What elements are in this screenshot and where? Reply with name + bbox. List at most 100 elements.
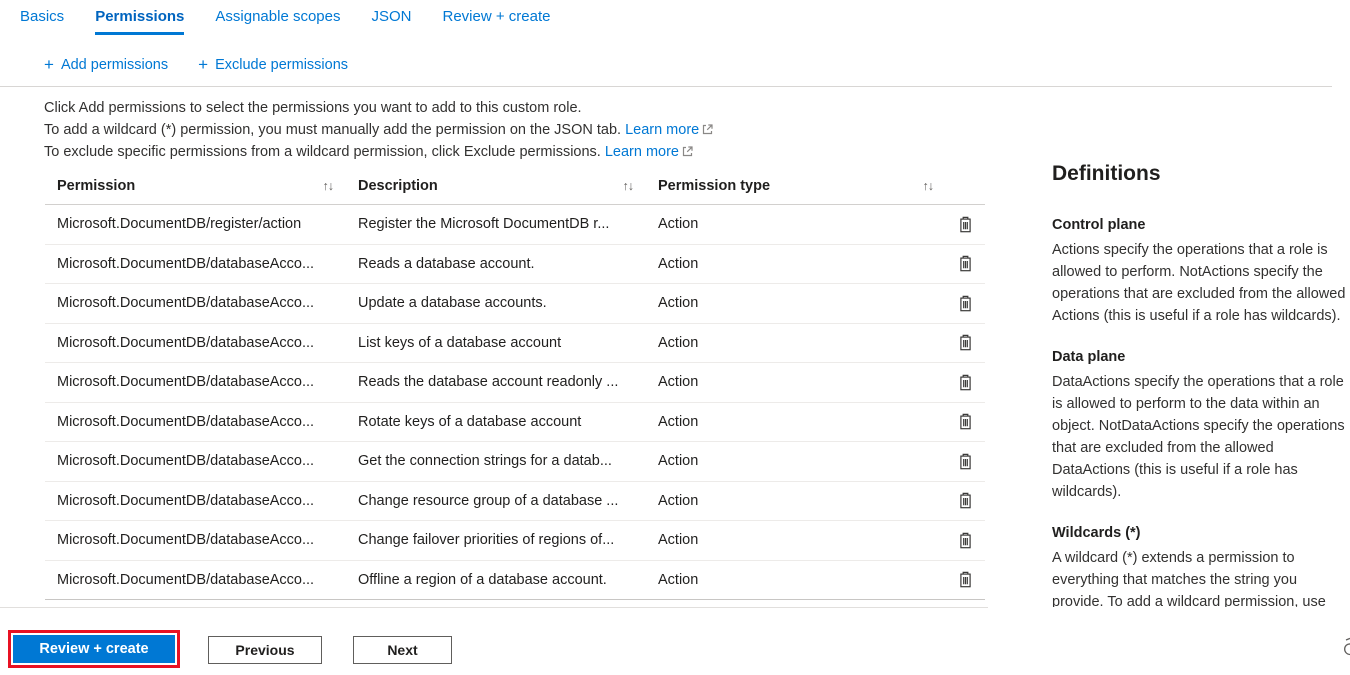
- data-plane-heading: Data plane: [1052, 348, 1350, 367]
- table-row: Microsoft.DocumentDB/databaseAcco... Lis…: [45, 324, 985, 364]
- clipped-corner-icon[interactable]: [1338, 635, 1350, 661]
- table-row: Microsoft.DocumentDB/databaseAcco... Rea…: [45, 245, 985, 285]
- permissions-table: Permission ↑↓ Description ↑↓ Permission …: [45, 167, 985, 600]
- control-plane-heading: Control plane: [1052, 216, 1350, 235]
- delete-permission-button[interactable]: [956, 530, 975, 551]
- definition-text-line: allowed to perform. NotActions specify t…: [1052, 261, 1350, 283]
- add-permissions-label: Add permissions: [61, 57, 168, 73]
- external-link-icon: [682, 146, 693, 157]
- table-row: Microsoft.DocumentDB/databaseAcco... Get…: [45, 442, 985, 482]
- permission-type-cell: Action: [646, 216, 946, 232]
- definition-section-data-plane: Data plane DataActions specify the opera…: [1052, 348, 1350, 503]
- tab-basics[interactable]: Basics: [20, 8, 64, 35]
- info-line-1: Click Add permissions to select the perm…: [44, 97, 713, 119]
- permission-cell: Microsoft.DocumentDB/databaseAcco...: [45, 532, 346, 548]
- table-header-row: Permission ↑↓ Description ↑↓ Permission …: [45, 167, 985, 205]
- next-button[interactable]: Next: [353, 636, 452, 664]
- trash-icon: [958, 492, 973, 509]
- definition-text-line: object. NotDataActions specify the opera…: [1052, 415, 1350, 437]
- learn-more-link-exclude[interactable]: Learn more: [605, 144, 679, 160]
- permission-type-cell: Action: [646, 295, 946, 311]
- description-cell: Change failover priorities of regions of…: [346, 532, 646, 548]
- review-create-button[interactable]: Review + create: [13, 635, 175, 663]
- description-cell: Reads the database account readonly ...: [346, 374, 646, 390]
- description-cell: Offline a region of a database account.: [346, 572, 646, 588]
- trash-icon: [958, 334, 973, 351]
- sort-icon: ↑↓: [323, 179, 334, 193]
- permission-type-cell: Action: [646, 453, 946, 469]
- column-header-description[interactable]: Description ↑↓: [346, 178, 646, 194]
- actions-cell: [946, 214, 985, 235]
- table-row: Microsoft.DocumentDB/databaseAcco... Upd…: [45, 284, 985, 324]
- actions-cell: [946, 293, 985, 314]
- definition-text-line: DataActions specify the operations that …: [1052, 371, 1350, 393]
- permission-type-cell: Action: [646, 532, 946, 548]
- table-row: Microsoft.DocumentDB/databaseAcco... Cha…: [45, 521, 985, 561]
- table-body: Microsoft.DocumentDB/register/action Reg…: [45, 205, 985, 600]
- trash-icon: [958, 374, 973, 391]
- delete-permission-button[interactable]: [956, 293, 975, 314]
- tab-permissions[interactable]: Permissions: [95, 8, 184, 35]
- exclude-permissions-button[interactable]: + Exclude permissions: [198, 57, 348, 73]
- info-line-3: To exclude specific permissions from a w…: [44, 141, 713, 163]
- trash-icon: [958, 255, 973, 272]
- delete-permission-button[interactable]: [956, 451, 975, 472]
- definition-text-line: wildcards).: [1052, 481, 1350, 503]
- review-create-highlight-box: Review + create: [8, 630, 180, 668]
- delete-permission-button[interactable]: [956, 332, 975, 353]
- permission-type-cell: Action: [646, 374, 946, 390]
- toolbar-divider: [0, 86, 1332, 87]
- table-row: Microsoft.DocumentDB/databaseAcco... Cha…: [45, 482, 985, 522]
- delete-permission-button[interactable]: [956, 214, 975, 235]
- tab-json[interactable]: JSON: [371, 8, 411, 35]
- plus-icon: +: [198, 58, 208, 72]
- actions-cell: [946, 530, 985, 551]
- column-header-permission-type[interactable]: Permission type ↑↓: [646, 178, 946, 194]
- definition-text-line: operations that are excluded from the al…: [1052, 283, 1350, 305]
- permission-type-cell: Action: [646, 335, 946, 351]
- table-row: Microsoft.DocumentDB/databaseAcco... Off…: [45, 561, 985, 601]
- delete-permission-button[interactable]: [956, 490, 975, 511]
- permission-type-header-label: Permission type: [658, 178, 770, 194]
- permission-cell: Microsoft.DocumentDB/databaseAcco...: [45, 256, 346, 272]
- permission-cell: Microsoft.DocumentDB/databaseAcco...: [45, 414, 346, 430]
- previous-button[interactable]: Previous: [208, 636, 322, 664]
- permission-cell: Microsoft.DocumentDB/register/action: [45, 216, 346, 232]
- permissions-toolbar: + Add permissions + Exclude permissions: [44, 57, 348, 73]
- tab-review-create[interactable]: Review + create: [443, 8, 551, 35]
- permission-cell: Microsoft.DocumentDB/databaseAcco...: [45, 572, 346, 588]
- wizard-tabs: Basics Permissions Assignable scopes JSO…: [20, 8, 550, 35]
- trash-icon: [958, 453, 973, 470]
- wildcards-heading: Wildcards (*): [1052, 524, 1350, 543]
- description-cell: Register the Microsoft DocumentDB r...: [346, 216, 646, 232]
- description-cell: Change resource group of a database ...: [346, 493, 646, 509]
- actions-cell: [946, 253, 985, 274]
- permission-type-cell: Action: [646, 256, 946, 272]
- delete-permission-button[interactable]: [956, 411, 975, 432]
- sort-icon: ↑↓: [923, 179, 934, 193]
- definition-text-line: A wildcard (*) extends a permission to: [1052, 547, 1350, 569]
- trash-icon: [958, 571, 973, 588]
- trash-icon: [958, 295, 973, 312]
- delete-permission-button[interactable]: [956, 372, 975, 393]
- table-row: Microsoft.DocumentDB/databaseAcco... Rot…: [45, 403, 985, 443]
- permission-type-cell: Action: [646, 414, 946, 430]
- tab-assignable-scopes[interactable]: Assignable scopes: [215, 8, 340, 35]
- definition-text-line: Actions specify the operations that a ro…: [1052, 239, 1350, 261]
- permission-type-cell: Action: [646, 493, 946, 509]
- definitions-title: Definitions: [1052, 161, 1350, 187]
- external-link-icon: [702, 124, 713, 135]
- learn-more-link-wildcard[interactable]: Learn more: [625, 122, 699, 138]
- definition-text-line: is allowed to perform to the data within…: [1052, 393, 1350, 415]
- delete-permission-button[interactable]: [956, 253, 975, 274]
- column-header-permission[interactable]: Permission ↑↓: [45, 178, 346, 194]
- actions-cell: [946, 569, 985, 590]
- wizard-footer: Review + create Previous Next: [0, 607, 1350, 675]
- delete-permission-button[interactable]: [956, 569, 975, 590]
- add-permissions-button[interactable]: + Add permissions: [44, 57, 168, 73]
- table-row: Microsoft.DocumentDB/databaseAcco... Rea…: [45, 363, 985, 403]
- description-cell: Reads a database account.: [346, 256, 646, 272]
- description-cell: Update a database accounts.: [346, 295, 646, 311]
- permission-cell: Microsoft.DocumentDB/databaseAcco...: [45, 493, 346, 509]
- permission-type-cell: Action: [646, 572, 946, 588]
